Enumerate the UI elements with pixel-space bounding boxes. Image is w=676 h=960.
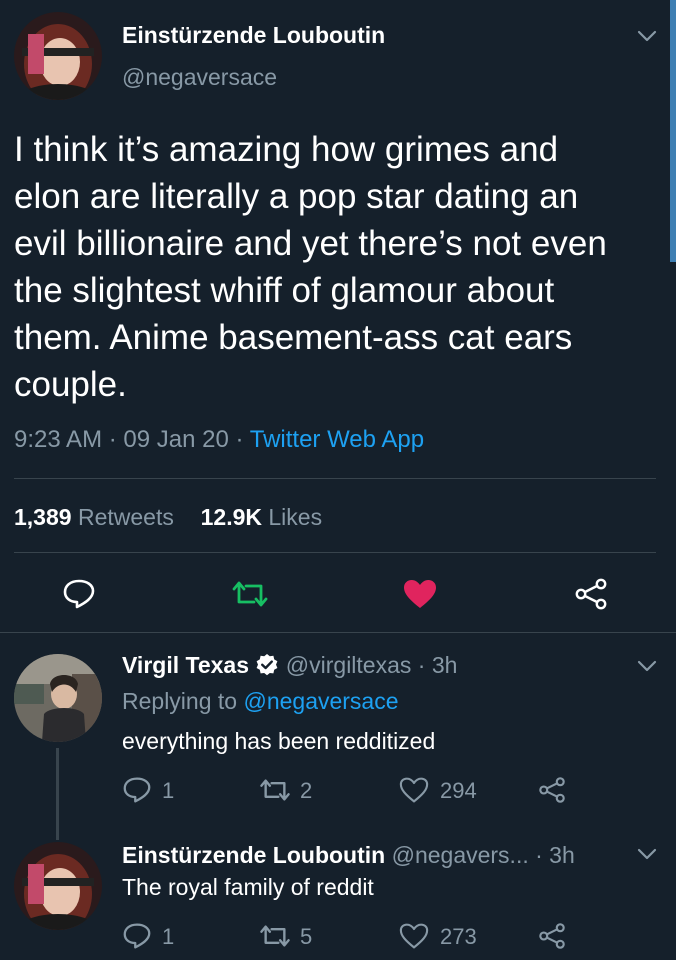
divider [14, 552, 656, 553]
divider [14, 478, 656, 479]
author-display-name[interactable]: Einstürzende Louboutin [122, 22, 385, 49]
share-icon[interactable] [574, 578, 608, 610]
like-icon[interactable] [398, 776, 430, 804]
tweet-meta: 9:23 AM · 09 Jan 20 · Twitter Web App [14, 426, 425, 453]
tweet-date[interactable]: 09 Jan 20 [123, 426, 228, 453]
reply-icon[interactable] [122, 922, 152, 950]
reply-handle[interactable]: @negavers... [392, 842, 529, 868]
retweet-count: 5 [300, 924, 313, 949]
retweet-icon[interactable] [258, 778, 292, 802]
retweets-count: 1,389 [14, 504, 72, 530]
retweet-count: 2 [300, 778, 313, 803]
scrollbar[interactable] [670, 0, 676, 262]
reply-text: The royal family of reddit [122, 874, 374, 900]
likes-count: 12.9K [200, 504, 262, 530]
share-icon[interactable] [538, 776, 566, 804]
chevron-down-icon[interactable] [636, 28, 658, 44]
retweet-icon[interactable] [258, 924, 292, 948]
like-count: 294 [440, 778, 477, 803]
chevron-down-icon[interactable] [636, 846, 658, 862]
tweet-time[interactable]: 9:23 AM [14, 426, 102, 453]
tweet-text: I think it’s amazing how grimes and elon… [14, 126, 662, 408]
tweet-text-line: the slightest whiff of glamour about [14, 271, 555, 310]
reply-header: Virgil Texas @virgiltexas · 3h [122, 652, 457, 679]
reply-icon[interactable] [62, 578, 96, 610]
reply-count: 1 [162, 924, 175, 949]
reply-display-name[interactable]: Einstürzende Louboutin [122, 842, 385, 868]
thread-line [56, 748, 59, 840]
author-avatar[interactable] [14, 12, 102, 100]
share-icon[interactable] [538, 922, 566, 950]
author-handle[interactable]: @negaversace [122, 64, 277, 91]
retweets-label: Retweets [77, 504, 174, 530]
tweet-stats: 1,389 Retweets 12.9K Likes [14, 504, 322, 531]
tweet-text-line: I think it’s amazing how grimes and [14, 130, 559, 169]
reply-icon[interactable] [122, 776, 152, 804]
likes-stat[interactable]: 12.9K Likes [201, 504, 322, 530]
reply-header: Einstürzende Louboutin @negavers... · 3h [122, 842, 575, 869]
verified-badge-icon [256, 654, 278, 676]
reply-display-name[interactable]: Virgil Texas [122, 652, 249, 678]
reply-handle[interactable]: @virgiltexas [286, 652, 412, 678]
chevron-down-icon[interactable] [636, 658, 658, 674]
like-icon[interactable] [402, 578, 438, 610]
replying-to: Replying to @negaversace [122, 688, 399, 715]
tweet-text-line: couple. [14, 365, 127, 404]
tweet-text-line: evil billionaire and yet there’s not eve… [14, 224, 607, 263]
reply-avatar[interactable] [14, 842, 102, 930]
replying-to-handle[interactable]: @negaversace [243, 688, 398, 714]
tweet-text-line: elon are literally a pop star dating an [14, 177, 579, 216]
tweet-text-line: them. Anime basement-ass cat ears [14, 318, 573, 357]
reply-time[interactable]: · 3h [418, 652, 458, 678]
like-count: 273 [440, 924, 477, 949]
replying-to-label: Replying to [122, 688, 238, 714]
tweet-source-link[interactable]: Twitter Web App [250, 426, 424, 453]
reply-avatar[interactable] [14, 654, 102, 742]
reply-count: 1 [162, 778, 175, 803]
reply-text: everything has been redditized [122, 728, 436, 754]
retweet-icon[interactable] [230, 580, 270, 608]
like-icon[interactable] [398, 922, 430, 950]
reply-time[interactable]: · 3h [535, 842, 575, 868]
divider [0, 632, 676, 633]
retweets-stat[interactable]: 1,389 Retweets [14, 504, 174, 530]
likes-label: Likes [268, 504, 323, 530]
